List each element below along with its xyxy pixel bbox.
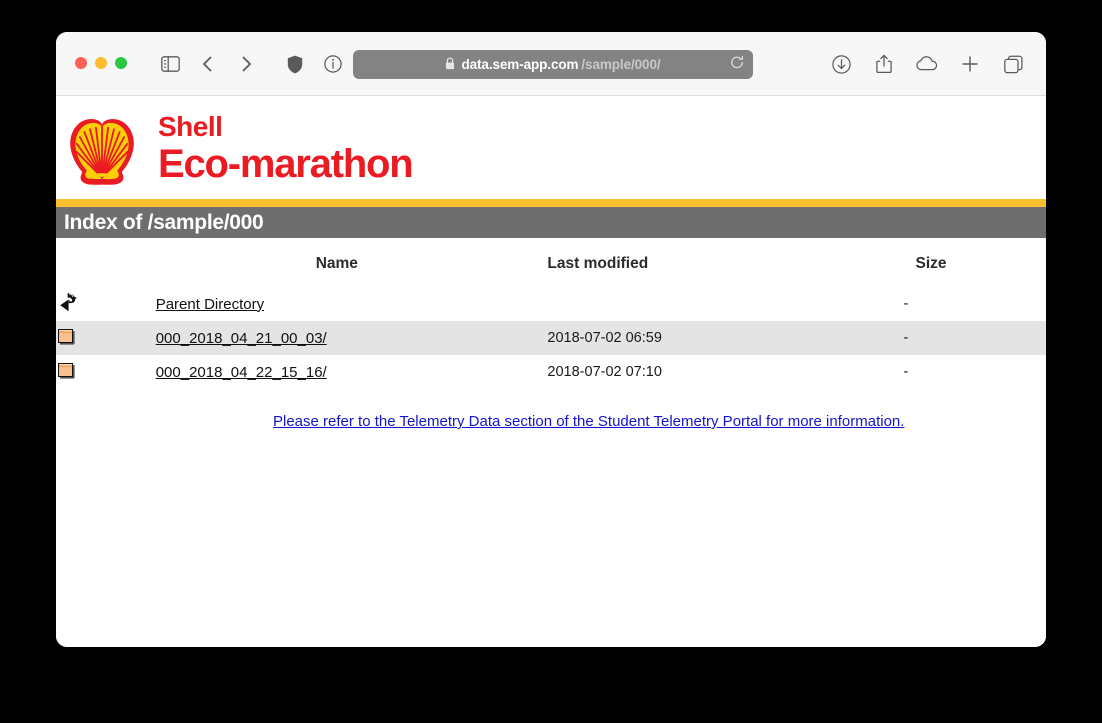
browser-toolbar: data.sem-app.com/sample/000/ xyxy=(56,32,1046,96)
column-header-name[interactable]: Name xyxy=(156,254,548,287)
minimize-window-button[interactable] xyxy=(95,57,107,69)
folder-icon xyxy=(56,359,76,381)
directory-link[interactable]: 000_2018_04_22_15_16/ xyxy=(156,364,327,381)
brand-line-eco-marathon: Eco-marathon xyxy=(158,142,414,186)
row-name-cell: Parent Directory xyxy=(156,287,548,321)
folder-icon xyxy=(56,325,76,347)
page-title: Index of /sample/000 xyxy=(64,210,264,234)
address-bar-container: data.sem-app.com/sample/000/ xyxy=(353,50,753,79)
footer-note: Please refer to the Telemetry Data secti… xyxy=(56,413,1046,431)
reload-icon xyxy=(730,55,744,73)
column-header-last-modified[interactable]: Last modified xyxy=(547,254,903,287)
sidebar-toggle-button[interactable] xyxy=(151,50,189,78)
chevron-left-icon xyxy=(201,55,215,73)
sidebar-icon xyxy=(160,56,180,72)
table-row[interactable]: 000_2018_04_21_00_03/ 2018-07-02 06:59 - xyxy=(56,321,1046,355)
column-header-size[interactable]: Size xyxy=(904,254,1046,287)
close-window-button[interactable] xyxy=(75,57,87,69)
browser-window: data.sem-app.com/sample/000/ Shell Eco-m… xyxy=(56,32,1046,647)
row-size-cell: - xyxy=(903,364,909,380)
reload-button[interactable] xyxy=(730,55,744,74)
brand-wordmark: Shell Eco-marathon xyxy=(158,111,414,186)
site-header: Shell Eco-marathon xyxy=(56,96,1046,199)
directory-listing-table: Name Last modified Size Parent Directory… xyxy=(56,254,1046,389)
shield-icon xyxy=(287,55,303,74)
forward-button[interactable] xyxy=(227,50,265,78)
desktop-background: data.sem-app.com/sample/000/ Shell Eco-m… xyxy=(0,0,1102,723)
gold-divider xyxy=(56,199,1046,207)
table-row[interactable]: Parent Directory - xyxy=(56,287,1046,321)
window-controls xyxy=(75,57,127,69)
row-modified-cell xyxy=(547,287,903,321)
row-icon-cell xyxy=(56,321,156,355)
brand-line-shell: Shell xyxy=(158,111,223,142)
tab-overview-button[interactable] xyxy=(994,50,1032,78)
back-button[interactable] xyxy=(189,50,227,78)
cloud-icon xyxy=(916,56,938,72)
directory-link[interactable]: 000_2018_04_21_00_03/ xyxy=(156,330,327,347)
back-arrow-icon xyxy=(56,291,77,313)
row-modified-cell: 2018-07-02 06:59 xyxy=(547,321,904,355)
toolbar-mid-group xyxy=(276,50,352,78)
share-icon xyxy=(876,54,892,74)
parent-directory-link[interactable]: Parent Directory xyxy=(156,296,264,313)
telemetry-portal-link[interactable]: Please refer to the Telemetry Data secti… xyxy=(273,413,904,430)
download-icon xyxy=(831,54,851,74)
chevron-right-icon xyxy=(239,55,253,73)
index-header-bar: Index of /sample/000 xyxy=(56,207,1046,238)
maximize-window-button[interactable] xyxy=(115,57,127,69)
toolbar-left-group xyxy=(151,50,265,78)
address-bar[interactable]: data.sem-app.com/sample/000/ xyxy=(353,50,753,79)
page-info-button[interactable] xyxy=(314,50,352,78)
row-name-cell: 000_2018_04_21_00_03/ xyxy=(155,321,548,355)
row-icon-cell xyxy=(56,355,156,389)
page-content: Shell Eco-marathon Index of /sample/000 … xyxy=(56,96,1046,647)
address-path: /sample/000/ xyxy=(581,57,661,72)
toolbar-right-group xyxy=(822,50,1032,78)
row-icon-cell xyxy=(56,287,156,321)
table-row[interactable]: 000_2018_04_22_15_16/ 2018-07-02 07:10 - xyxy=(56,355,1046,389)
column-header-icon xyxy=(56,254,156,287)
shell-pecten-logo xyxy=(65,114,137,185)
table-header-row: Name Last modified Size xyxy=(56,254,1046,287)
row-size-cell: - xyxy=(903,296,909,312)
info-circle-icon xyxy=(324,55,342,73)
downloads-button[interactable] xyxy=(822,50,860,78)
row-name-cell: 000_2018_04_22_15_16/ xyxy=(156,355,548,389)
privacy-shield-button[interactable] xyxy=(276,50,314,78)
tabs-icon xyxy=(1003,55,1023,74)
share-button[interactable] xyxy=(865,50,903,78)
new-tab-button[interactable] xyxy=(951,50,989,78)
row-modified-cell: 2018-07-02 07:10 xyxy=(547,364,662,380)
icloud-button[interactable] xyxy=(908,50,946,78)
row-size-cell: - xyxy=(903,321,1046,355)
lock-icon xyxy=(445,57,455,73)
address-host: data.sem-app.com xyxy=(461,57,579,72)
address-text: data.sem-app.com/sample/000/ xyxy=(445,57,661,73)
plus-icon xyxy=(961,55,979,73)
